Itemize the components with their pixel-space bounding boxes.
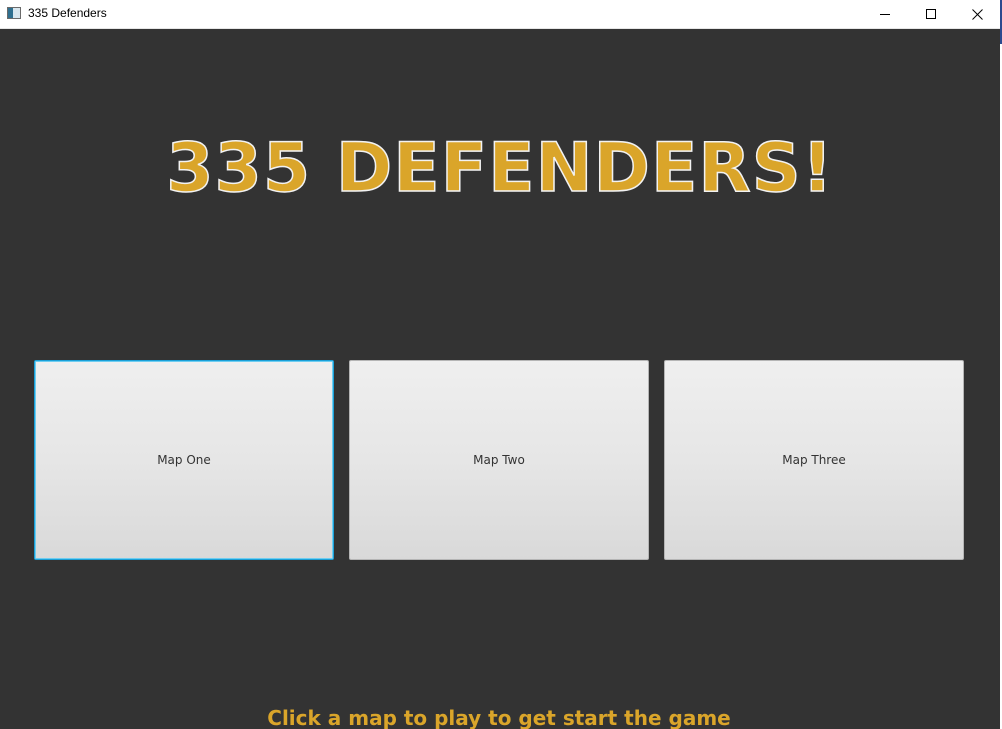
maximize-icon (926, 9, 936, 19)
game-menu: 335 DEFENDERS! Map One Map Two Map Three… (0, 29, 1000, 729)
window-title: 335 Defenders (28, 6, 107, 20)
close-button[interactable] (954, 0, 1000, 28)
map-two-label: Map Two (473, 453, 525, 467)
close-icon (971, 8, 983, 20)
maximize-button[interactable] (908, 0, 954, 28)
map-one-button[interactable]: Map One (34, 360, 334, 560)
game-title: 335 DEFENDERS! (165, 129, 834, 208)
minimize-button[interactable] (862, 0, 908, 28)
instruction-text: Click a map to play to get start the gam… (267, 706, 731, 729)
app-window: 335 Defenders 335 DEFENDERS! Map One Map… (0, 0, 1002, 729)
minimize-icon (880, 14, 890, 15)
map-one-label: Map One (157, 453, 211, 467)
title-bar[interactable]: 335 Defenders (0, 0, 1000, 29)
map-three-button[interactable]: Map Three (664, 360, 964, 560)
map-two-button[interactable]: Map Two (349, 360, 649, 560)
app-icon (7, 7, 21, 19)
map-three-label: Map Three (782, 453, 846, 467)
